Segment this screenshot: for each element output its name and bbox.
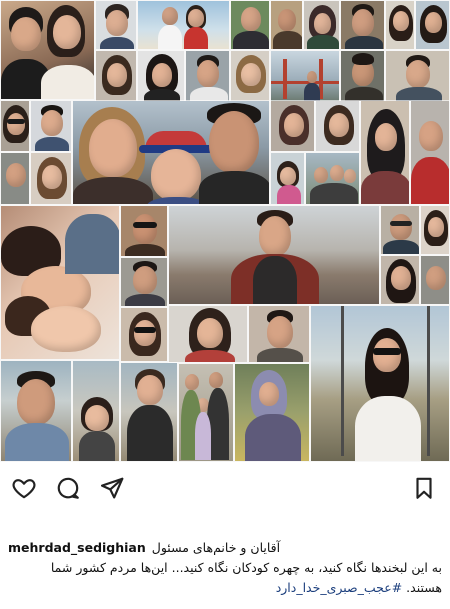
heart-icon [12, 479, 36, 499]
photo-man-portrait-3 [420, 255, 450, 305]
photo-woman-portrait-3 [30, 152, 72, 205]
photo-woman-smile-3 [420, 205, 450, 255]
photo-man-smile-2 [385, 50, 450, 102]
photo-woman-swing [310, 305, 450, 462]
photo-woman-headscarf [360, 100, 410, 205]
photo-couple-wedding [0, 0, 95, 100]
photo-man-portrait-2 [120, 257, 168, 307]
photo-man-smile-3 [248, 305, 310, 363]
photo-woman-sunglasses [0, 100, 30, 152]
photo-woman-blonde [230, 50, 270, 102]
like-button[interactable] [8, 472, 40, 504]
bookmark-icon [416, 477, 432, 499]
post-action-bar [0, 472, 450, 508]
photo-woman-sunglasses-2 [120, 307, 168, 362]
share-button[interactable] [96, 472, 128, 504]
save-button[interactable] [408, 472, 440, 504]
photo-sleeping-baby [0, 205, 120, 360]
photo-man-outdoor [270, 0, 303, 50]
photo-woman-beach [120, 362, 178, 462]
hashtag-link[interactable]: #عجب_صبری_خدا_دارد [276, 580, 403, 595]
caption-text-1: آقایان و خانم‌های مسئول [151, 540, 281, 555]
photo-man-beard [340, 0, 385, 50]
caption-line-2: به این لبخندها نگاه کنید، به چهره کودکان… [8, 558, 442, 578]
photo-woman-long-hair [380, 255, 420, 305]
photo-woman-smile-1 [385, 0, 415, 50]
photo-woman-curly [168, 305, 248, 363]
photo-couple-beach [137, 0, 230, 50]
paper-plane-icon [100, 477, 124, 499]
photo-man-hoodie-sunset [168, 205, 380, 305]
comment-bubble-icon [57, 477, 79, 499]
photo-golden-gate [270, 50, 340, 102]
photo-group-outdoor [305, 152, 360, 205]
photo-family-group [178, 363, 234, 462]
photo-man-red-shirt [410, 100, 450, 205]
photo-woman-smile-2 [415, 0, 450, 50]
photo-man-smile-1 [185, 50, 230, 102]
instagram-post: mehrdad_sedighian آقایان و خانم‌های مسئو… [0, 0, 450, 609]
username-link[interactable]: mehrdad_sedighian [8, 538, 146, 558]
caption-text-3: هستند. [406, 580, 442, 595]
comment-button[interactable] [52, 472, 84, 504]
post-caption: mehrdad_sedighian آقایان و خانم‌های مسئو… [8, 538, 442, 598]
photo-woman-portrait-2 [137, 50, 185, 102]
photo-family-selfie [72, 100, 270, 205]
photo-woman-hijab-1 [303, 0, 340, 50]
caption-line-1: mehrdad_sedighian آقایان و خانم‌های مسئو… [8, 538, 442, 558]
photo-woman-hijab-floral [234, 363, 310, 462]
photo-girl-beach [72, 360, 120, 462]
photo-woman-portrait-1 [95, 50, 137, 102]
caption-line-3: هستند. #عجب_صبری_خدا_دارد [8, 578, 442, 598]
photo-man-portrait-1 [0, 152, 30, 205]
photo-girl-child [270, 152, 305, 205]
photo-collage[interactable] [0, 0, 450, 462]
photo-man-glasses-3 [380, 205, 420, 255]
photo-man-glasses-1 [340, 50, 385, 102]
photo-boy-portrait [95, 0, 137, 50]
photo-man-suit [230, 0, 270, 50]
photo-man-beach [0, 360, 72, 462]
photo-woman-glasses [315, 100, 360, 152]
caption-text-2: به این لبخندها نگاه کنید، به چهره کودکان… [50, 560, 442, 575]
photo-man-sunglasses [120, 205, 168, 257]
photo-man-glasses-2 [30, 100, 72, 152]
photo-woman-hijab-2 [270, 100, 315, 152]
